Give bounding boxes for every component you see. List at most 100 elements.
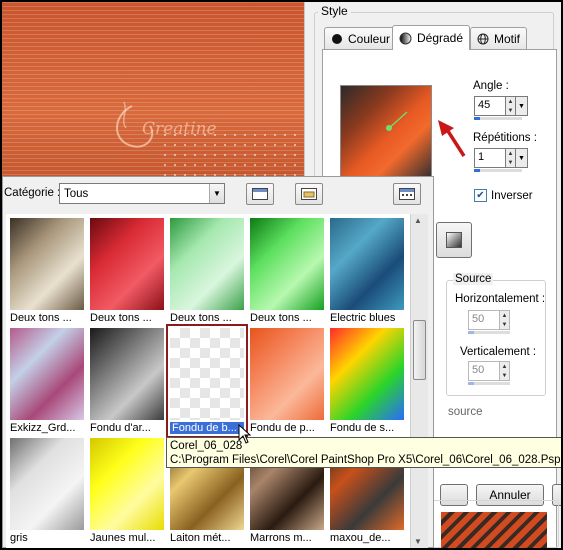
gradient-direction-handle[interactable] — [385, 110, 415, 140]
up-arrow-icon[interactable]: ▲ — [506, 149, 515, 158]
gradient-swatch[interactable] — [330, 218, 404, 310]
gradient-tile-label: Electric blues — [330, 312, 396, 324]
repetitions-label: Répétitions : — [473, 132, 537, 144]
gradient-tile-label: Deux tons ... — [170, 312, 232, 324]
gradient-grid: Deux tons ... Deux tons ... Deux tons ... D… — [6, 214, 410, 548]
grid-icon — [399, 188, 415, 200]
gradient-swatch-icon — [446, 232, 462, 248]
gradient-swatch[interactable] — [250, 328, 324, 420]
gradient-tile[interactable]: Electric blues — [328, 216, 406, 326]
dropdown-arrow-icon[interactable]: ▼ — [516, 148, 528, 168]
category-combobox[interactable]: Tous ▼ — [59, 183, 225, 204]
repetitions-value[interactable]: 1 — [474, 148, 506, 168]
invert-label: Inverser — [491, 189, 533, 202]
source-link[interactable]: source — [448, 406, 483, 418]
mouse-cursor-icon — [238, 424, 252, 444]
gradient-tile-label: Deux tons ... — [10, 312, 72, 324]
down-arrow-icon[interactable]: ▼ — [506, 158, 515, 167]
up-arrow-icon[interactable]: ▲ — [500, 311, 509, 320]
gradient-tile-label: gris — [10, 532, 28, 544]
color-dot-icon — [332, 33, 342, 44]
gradient-tile-label: maxou_de... — [330, 532, 391, 544]
gradient-tile-label: Marrons m... — [250, 532, 312, 544]
category-label: Catégorie : — [4, 187, 61, 199]
angle-spinner[interactable]: 45 ▲ ▼ ▼ — [474, 96, 529, 116]
down-arrow-icon[interactable]: ▼ — [500, 371, 509, 380]
tooltip-name: Corel_06_028 — [170, 440, 243, 452]
up-arrow-icon[interactable]: ▲ — [500, 362, 509, 371]
gradient-swatch[interactable] — [250, 218, 324, 310]
tab-degrade[interactable]: Dégradé — [392, 25, 471, 50]
tab-degrade-label: Dégradé — [417, 31, 464, 45]
gradient-strip-preview — [441, 512, 547, 548]
folder-window-icon — [301, 188, 317, 200]
dropdown-arrow-icon[interactable]: ▼ — [516, 96, 528, 116]
scroll-down-icon[interactable]: ▼ — [414, 537, 422, 546]
gradient-swatch[interactable] — [10, 218, 84, 310]
gradient-tile-label: Deux tons ... — [250, 312, 312, 324]
angle-slider[interactable] — [474, 117, 522, 120]
vertical-slider[interactable] — [468, 382, 510, 385]
horizontal-spinner[interactable]: 50 ▲ ▼ — [468, 310, 523, 330]
up-arrow-icon[interactable]: ▲ — [506, 97, 515, 106]
gradient-swatch[interactable] — [10, 438, 84, 530]
gradient-swatch[interactable] — [330, 328, 404, 420]
style-group-title: Style — [318, 4, 351, 18]
gradient-tile[interactable]: Deux tons ... — [8, 216, 86, 326]
window-icon — [252, 188, 268, 200]
invert-checkbox[interactable]: ✔ Inverser — [474, 189, 533, 202]
edit-gradient-button[interactable] — [436, 222, 472, 258]
gradient-tile-label: Fondu de p... — [250, 422, 315, 434]
scrollbar-thumb[interactable] — [413, 320, 426, 380]
horizontal-slider[interactable] — [468, 331, 510, 334]
gradient-tile[interactable]: Deux tons ... — [88, 216, 166, 326]
watermark-logo: Creatine — [116, 101, 217, 148]
chevron-down-icon[interactable]: ▼ — [209, 184, 224, 203]
vertical-spinner[interactable]: 50 ▲ ▼ — [468, 361, 523, 381]
tooltip-path: C:\Program Files\Corel\Corel PaintShop P… — [170, 454, 563, 466]
tab-motif[interactable]: Motif — [470, 27, 528, 49]
gradient-tile[interactable]: Fondu de b... — [166, 324, 248, 438]
gradient-swatch[interactable] — [170, 218, 244, 310]
gradient-tile-label: Fondu de b... — [170, 422, 244, 434]
gradient-swatch[interactable] — [90, 438, 164, 530]
category-value: Tous — [64, 187, 89, 200]
gradient-tile-label: Fondu de s... — [330, 422, 395, 434]
gradient-swatch[interactable] — [90, 328, 164, 420]
vertical-scrollbar[interactable]: ▲ ▼ — [410, 214, 428, 548]
gradient-swatch[interactable] — [170, 328, 244, 420]
repetitions-spinner[interactable]: 1 ▲ ▼ ▼ — [474, 148, 529, 168]
tab-couleur[interactable]: Couleur — [324, 27, 398, 49]
resource-manager-button[interactable] — [295, 183, 323, 205]
gradient-swatch[interactable] — [90, 218, 164, 310]
gradient-tile[interactable]: Fondu d'ar... — [88, 326, 166, 436]
gradient-tooltip: Corel_06_028 C:\Program Files\Corel\Core… — [166, 437, 563, 468]
gradient-tile[interactable]: Deux tons ... — [248, 216, 326, 326]
svg-text:Creatine: Creatine — [142, 119, 217, 139]
gradient-tile[interactable]: Exkizz_Grd... — [8, 326, 86, 436]
gradient-swatch[interactable] — [10, 328, 84, 420]
angle-value[interactable]: 45 — [474, 96, 506, 116]
source-group-title: Source — [453, 273, 494, 285]
tab-motif-label: Motif — [494, 31, 521, 46]
view-toggle-button[interactable] — [246, 183, 274, 205]
down-arrow-icon[interactable]: ▼ — [500, 320, 509, 329]
gradient-tile-label: Laiton mét... — [170, 532, 231, 544]
options-button[interactable] — [393, 183, 421, 205]
down-arrow-icon[interactable]: ▼ — [506, 106, 515, 115]
gradient-tile-label: Jaunes mul... — [90, 532, 156, 544]
gradient-tile[interactable]: Deux tons ... — [168, 216, 246, 326]
gradient-tile[interactable]: Fondu de p... — [248, 326, 326, 436]
gradient-tile-label: Fondu d'ar... — [90, 422, 151, 434]
gradient-circle-icon — [399, 32, 412, 44]
gradient-tile-label: Exkizz_Grd... — [10, 422, 76, 434]
vertical-value[interactable]: 50 — [468, 361, 500, 381]
vertical-label: Verticalement : — [460, 346, 537, 358]
checkmark-icon[interactable]: ✔ — [474, 189, 487, 202]
scroll-up-icon[interactable]: ▲ — [414, 216, 422, 225]
gradient-tile[interactable]: Fondu de s... — [328, 326, 406, 436]
gradient-tile[interactable]: Jaunes mul... — [88, 436, 166, 546]
horizontal-value[interactable]: 50 — [468, 310, 500, 330]
repetitions-slider[interactable] — [474, 169, 522, 172]
gradient-tile[interactable]: gris — [8, 436, 86, 546]
